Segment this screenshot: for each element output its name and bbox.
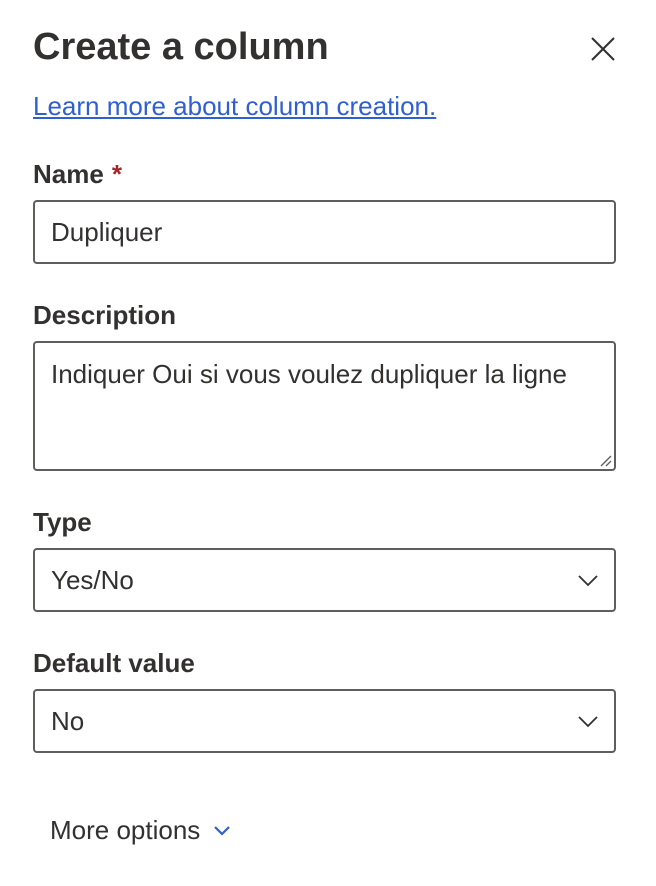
create-column-panel: Create a column Learn more about column … [0, 0, 656, 886]
description-label: Description [33, 300, 177, 330]
type-label: Type [33, 507, 92, 537]
more-options-label: More options [50, 815, 201, 845]
learn-more-link[interactable]: Learn more about column creation. [33, 90, 436, 122]
description-textarea[interactable]: Indiquer Oui si vous voulez dupliquer la… [33, 341, 616, 471]
chevron-down-icon [578, 575, 598, 587]
name-input[interactable]: Dupliquer [33, 200, 616, 264]
description-text: Indiquer Oui si vous voulez dupliquer la… [51, 359, 567, 389]
panel-title: Create a column [33, 26, 329, 68]
close-button[interactable] [584, 30, 622, 68]
more-options-button[interactable]: More options [50, 814, 232, 846]
type-selected-value: Yes/No [51, 565, 134, 595]
resize-grip-icon[interactable] [598, 453, 612, 467]
name-label: Name * [33, 158, 122, 190]
default-value-label: Default value [33, 648, 195, 678]
name-label-text: Name [33, 159, 104, 189]
required-marker: * [111, 159, 122, 189]
chevron-down-icon [578, 716, 598, 728]
default-selected-value: No [51, 706, 85, 736]
close-icon [591, 37, 615, 61]
type-dropdown[interactable]: Yes/No [33, 548, 616, 612]
default-value-dropdown[interactable]: No [33, 689, 616, 753]
chevron-down-icon [214, 826, 231, 836]
